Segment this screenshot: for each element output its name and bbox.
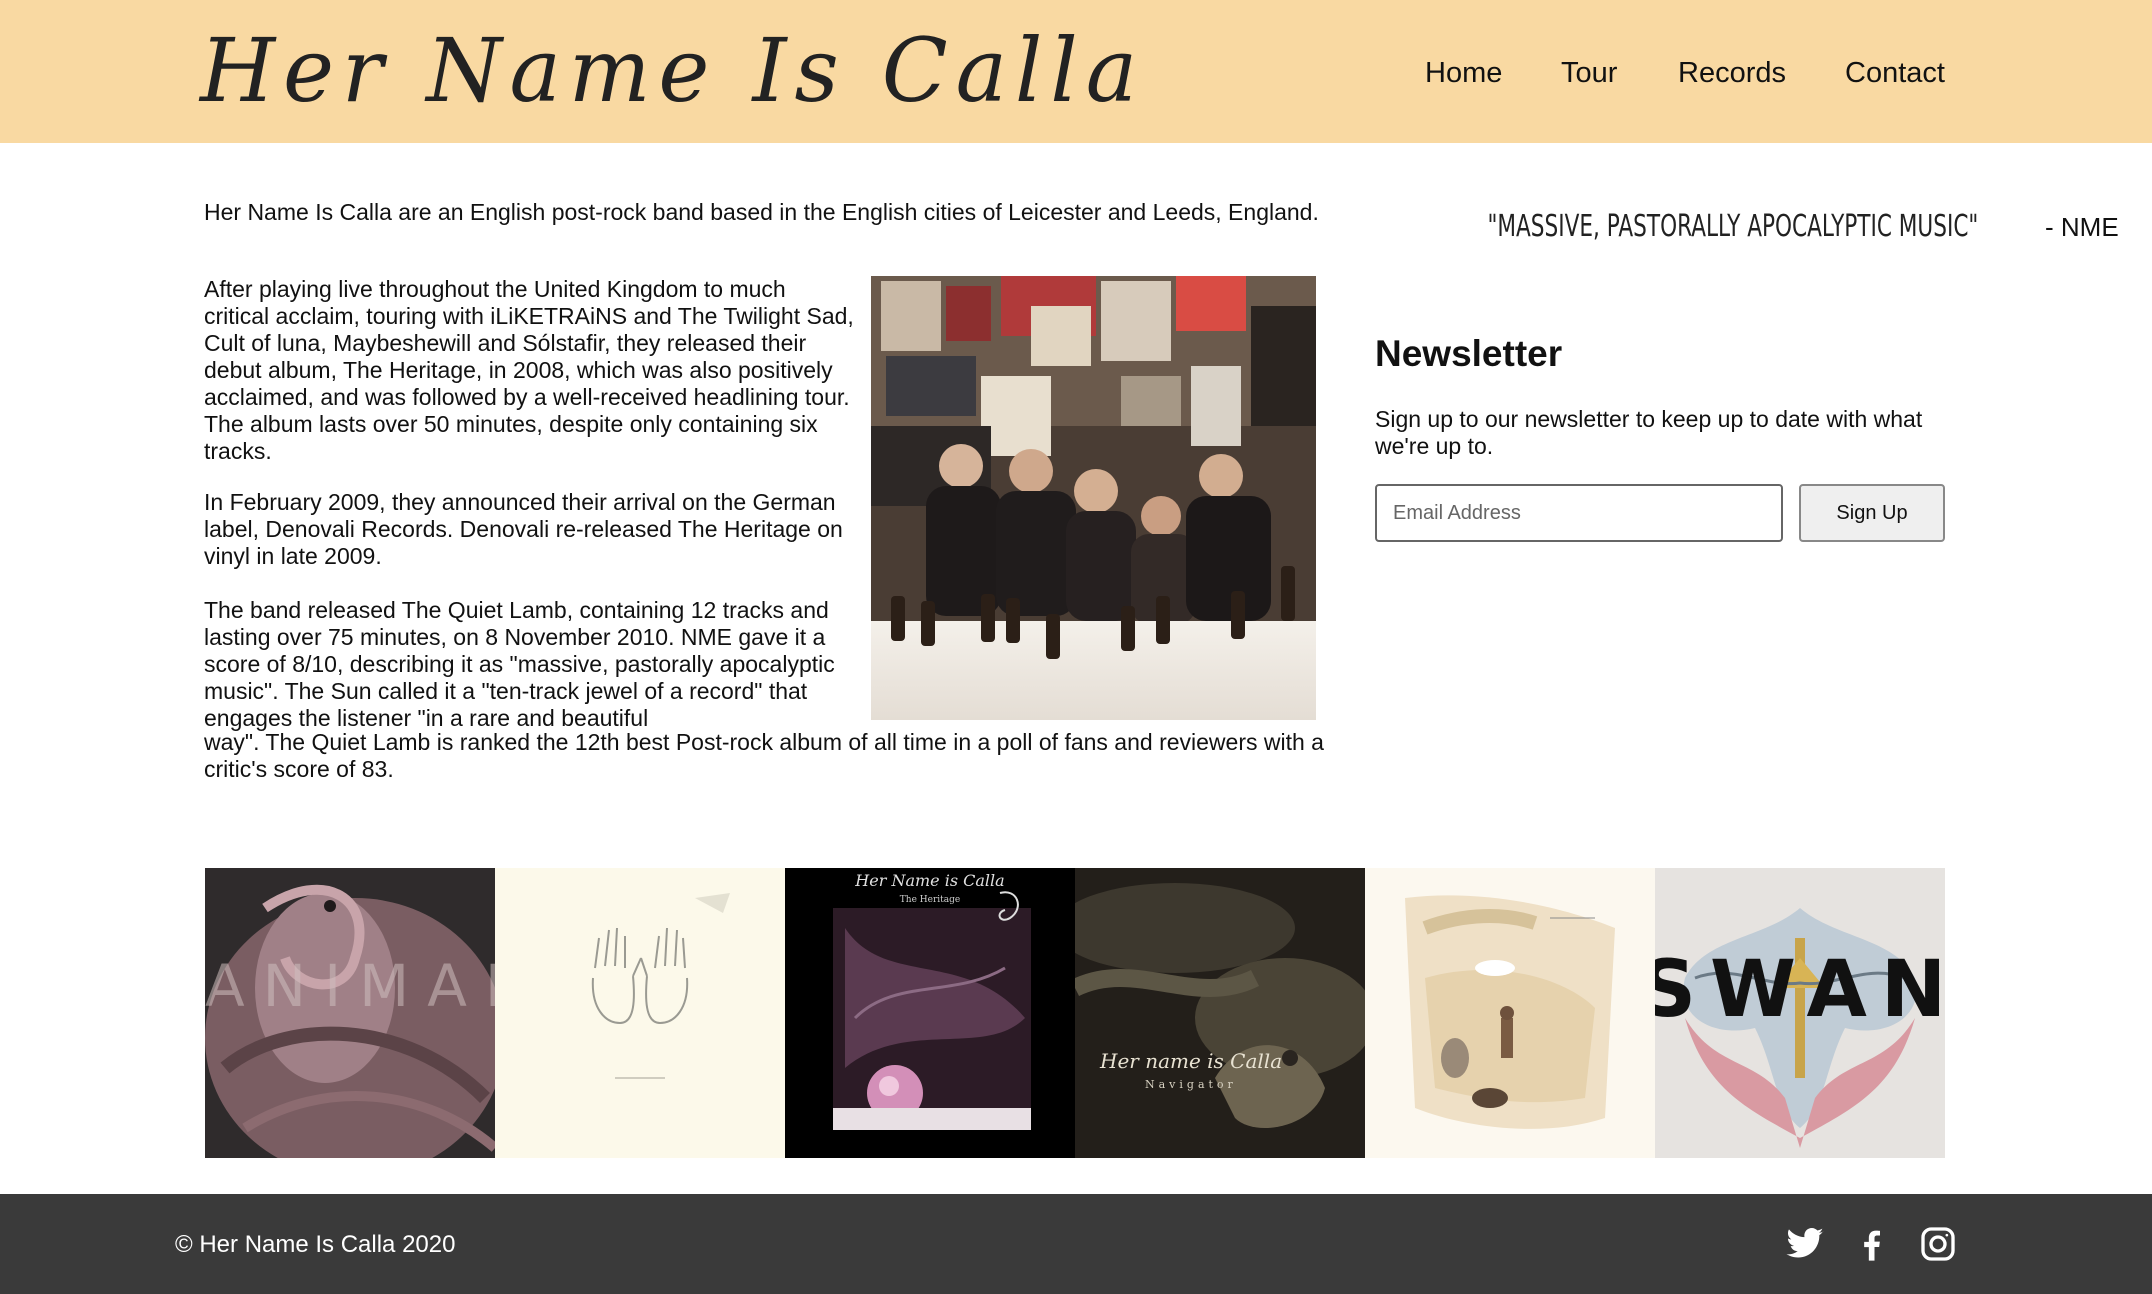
band-photo — [871, 276, 1316, 720]
nav-tour[interactable]: Tour — [1561, 53, 1617, 93]
hands-cover — [495, 868, 785, 1158]
twitter-icon-graphic — [1786, 1228, 1824, 1258]
watercolor-cover — [1365, 868, 1655, 1158]
album-hands[interactable] — [495, 868, 785, 1158]
instagram-icon-graphic — [1921, 1227, 1955, 1261]
intro-paragraph: Her Name Is Calla are an English post-ro… — [204, 199, 1319, 225]
album-navigator[interactable]: Her name is Calla Navigator — [1075, 868, 1365, 1158]
album-watercolor[interactable] — [1365, 868, 1655, 1158]
heritage-cover: Her Name is Calla The Heritage — [785, 868, 1075, 1158]
album-swan[interactable]: SWAN — [1655, 868, 1945, 1158]
history-paragraph: After playing live throughout the United… — [204, 276, 854, 464]
nav-home[interactable]: Home — [1425, 53, 1502, 93]
email-field[interactable] — [1375, 484, 1783, 542]
navigator-band-name: Her name is Calla — [1099, 1049, 1282, 1073]
sign-up-button[interactable]: Sign Up — [1799, 484, 1945, 542]
navigator-cover: Her name is Calla Navigator — [1075, 868, 1365, 1158]
animal-choir-cover: ANIMAL CHOIR — [205, 868, 495, 1158]
album-animal-choir[interactable]: ANIMAL CHOIR — [205, 868, 495, 1158]
press-quote: "MASSIVE, PASTORALLY APOCALYPTIC MUSIC" … — [1392, 200, 2118, 259]
twitter-icon[interactable] — [1785, 1224, 1825, 1264]
quiet-lamb-paragraph-end: way". The Quiet Lamb is ranked the 12th … — [204, 729, 1324, 782]
quote-text: "MASSIVE, PASTORALLY APOCALYPTIC MUSIC" — [1487, 209, 1979, 244]
nav-contact[interactable]: Contact — [1845, 53, 1945, 93]
label-paragraph: In February 2009, they announced their a… — [204, 489, 843, 569]
quiet-lamb-paragraph: The band released The Quiet Lamb, contai… — [204, 597, 835, 731]
navigator-title: Navigator — [1145, 1078, 1237, 1091]
heritage-title: The Heritage — [900, 895, 960, 905]
newsletter-title: Newsletter — [1375, 333, 1563, 374]
album-the-heritage[interactable]: Her Name is Calla The Heritage — [785, 868, 1075, 1158]
site-header: Her Name Is Calla Home Tour Records Cont… — [0, 0, 2152, 143]
swan-title: SWAN — [1655, 945, 1945, 1035]
heritage-band-name: Her Name is Calla — [854, 871, 1004, 890]
band-logo[interactable]: Her Name Is Calla — [200, 6, 1145, 136]
quote-source: - NME — [2037, 212, 2119, 242]
site-footer: © Her Name Is Calla 2020 — [0, 1194, 2152, 1294]
album-gallery: ANIMAL CHOIR Her Name is Calla The Herit… — [205, 868, 1945, 1158]
band-photo-graphic — [871, 276, 1316, 720]
facebook-icon[interactable] — [1852, 1224, 1892, 1264]
newsletter-description: Sign up to our newsletter to keep up to … — [1375, 406, 1923, 459]
facebook-icon-graphic — [1864, 1230, 1880, 1261]
swan-cover: SWAN — [1655, 868, 1945, 1158]
nav-records[interactable]: Records — [1678, 53, 1786, 93]
animal-choir-title: ANIMAL CHOIR — [205, 952, 495, 1020]
copyright-text: © Her Name Is Calla 2020 — [175, 1231, 456, 1258]
instagram-icon[interactable] — [1918, 1224, 1958, 1264]
